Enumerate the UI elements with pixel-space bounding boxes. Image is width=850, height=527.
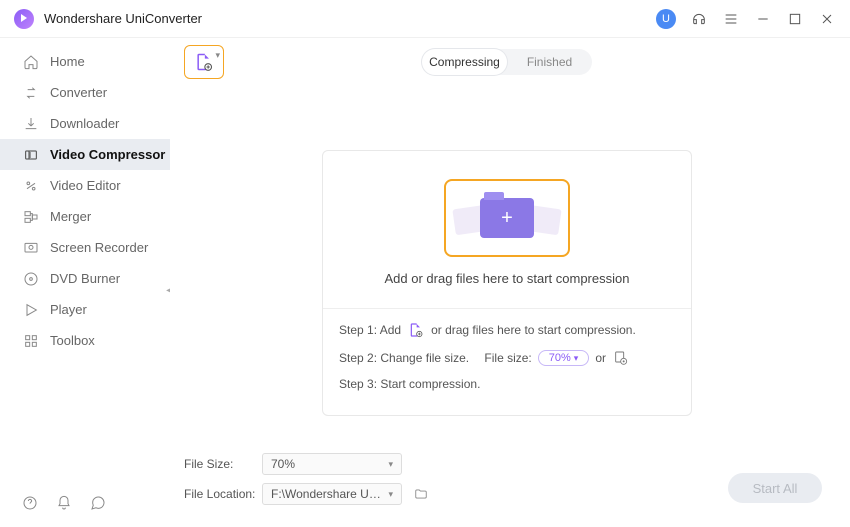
filesize-pill[interactable]: 70%▾ [538, 350, 590, 366]
add-folder-frame[interactable]: + [444, 179, 570, 257]
dropzone[interactable]: + Add or drag files here to start compre… [322, 150, 692, 416]
tab-compressing[interactable]: Compressing [422, 49, 507, 75]
divider [323, 308, 691, 309]
chevron-down-icon: ▾ [215, 50, 220, 61]
start-all-button[interactable]: Start All [728, 473, 822, 503]
step1-suffix: or drag files here to start compression. [431, 323, 636, 337]
nav-label: Downloader [50, 116, 119, 131]
titlebar: Wondershare UniConverter U [0, 0, 850, 38]
location-value: F:\Wondershare UniConverte [271, 487, 381, 501]
sidebar-item-screen-recorder[interactable]: Screen Recorder [0, 232, 170, 263]
nav-label: Video Editor [50, 178, 121, 193]
dropzone-text: Add or drag files here to start compress… [385, 271, 630, 286]
sidebar-item-dvd-burner[interactable]: DVD Burner [0, 263, 170, 294]
step-2: Step 2: Change file size. File size: 70%… [339, 349, 675, 367]
nav-label: Merger [50, 209, 91, 224]
step2-or: or [595, 351, 606, 365]
hamburger-menu-icon[interactable] [722, 10, 740, 28]
sidebar-item-video-editor[interactable]: Video Editor [0, 170, 170, 201]
support-icon[interactable] [690, 10, 708, 28]
filesize-select[interactable]: 70% ▾ [262, 453, 402, 475]
avatar-initial: U [662, 13, 670, 25]
folder-plus-icon: + [480, 198, 534, 238]
step-1: Step 1: Add or drag files here to start … [339, 321, 675, 339]
nav-label: Player [50, 302, 87, 317]
sidebar-item-home[interactable]: Home [0, 46, 170, 77]
nav-label: Video Compressor [50, 147, 165, 162]
user-avatar[interactable]: U [656, 9, 676, 29]
help-icon[interactable] [22, 495, 38, 511]
open-folder-button[interactable] [412, 486, 430, 502]
filesize-value: 70% [271, 457, 295, 471]
tab-finished[interactable]: Finished [507, 49, 592, 75]
nav-label: DVD Burner [50, 271, 120, 286]
home-icon [22, 53, 40, 71]
add-file-icon [194, 52, 214, 72]
minimize-icon[interactable] [754, 10, 772, 28]
sidebar-item-downloader[interactable]: Downloader [0, 108, 170, 139]
toolbox-icon [22, 332, 40, 350]
sidebar-item-converter[interactable]: Converter [0, 77, 170, 108]
step3-text: Step 3: Start compression. [339, 377, 480, 391]
step2-prefix: Step 2: Change file size. [339, 351, 469, 365]
location-select[interactable]: F:\Wondershare UniConverte ▾ [262, 483, 402, 505]
sidebar-item-player[interactable]: Player [0, 294, 170, 325]
app-title: Wondershare UniConverter [44, 11, 656, 26]
step2-filesize-label: File size: [484, 351, 531, 365]
start-all-label: Start All [753, 481, 798, 496]
pill-value: 70% [549, 352, 571, 364]
main-content: ▾ Compressing Finished + Add or drag fil… [176, 44, 838, 515]
recorder-icon [22, 239, 40, 257]
sidebar-item-video-compressor[interactable]: Video Compressor [0, 139, 170, 170]
location-label: File Location: [184, 487, 262, 501]
nav-label: Screen Recorder [50, 240, 148, 255]
nav-label: Converter [50, 85, 107, 100]
maximize-icon[interactable] [786, 10, 804, 28]
downloader-icon [22, 115, 40, 133]
chevron-down-icon: ▾ [388, 459, 393, 470]
compressor-icon [22, 146, 40, 164]
settings-file-icon[interactable] [612, 349, 630, 367]
player-icon [22, 301, 40, 319]
app-logo-icon [14, 9, 34, 29]
step-3: Step 3: Start compression. [339, 377, 675, 391]
add-file-button[interactable]: ▾ [184, 45, 224, 79]
sidebar: Home Converter Downloader Video Compressor V… [0, 38, 170, 527]
step1-prefix: Step 1: Add [339, 323, 401, 337]
merger-icon [22, 208, 40, 226]
bell-icon[interactable] [56, 495, 72, 511]
dvd-icon [22, 270, 40, 288]
close-icon[interactable] [818, 10, 836, 28]
sidebar-item-merger[interactable]: Merger [0, 201, 170, 232]
filesize-label: File Size: [184, 457, 262, 471]
add-file-mini-icon [407, 321, 425, 339]
editor-icon [22, 177, 40, 195]
nav-label: Toolbox [50, 333, 95, 348]
feedback-icon[interactable] [90, 495, 106, 511]
converter-icon [22, 84, 40, 102]
tab-segment: Compressing Finished [422, 49, 592, 75]
sidebar-item-toolbox[interactable]: Toolbox [0, 325, 170, 356]
chevron-down-icon: ▾ [388, 489, 393, 500]
nav-label: Home [50, 54, 85, 69]
chevron-down-icon: ▾ [574, 353, 579, 364]
footer-bar: File Size: 70% ▾ File Location: F:\Wonder… [184, 451, 830, 507]
